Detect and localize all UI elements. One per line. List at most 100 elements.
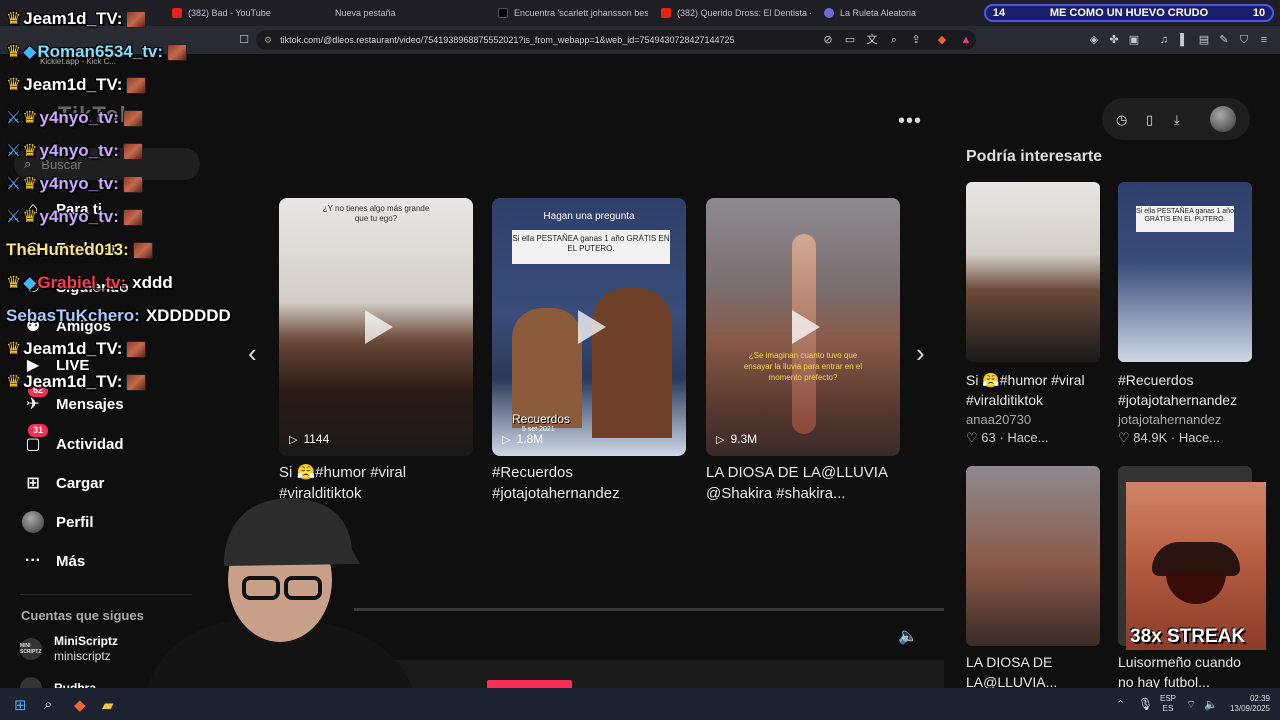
chat-username: TheHunted013: [6, 240, 129, 259]
site-settings-icon[interactable]: ⚙ [264, 35, 272, 46]
language-indicator[interactable]: ESP ES [1160, 694, 1176, 714]
crown-icon: ♛ [6, 339, 22, 358]
video-title-line: @Shakira #shakira... [706, 485, 846, 502]
chevron-up-icon[interactable]: ⌃ [1116, 698, 1125, 711]
profile-icon [20, 511, 46, 533]
bookmark-icon[interactable]: ☐ [238, 34, 250, 46]
sidebar-item-cargar[interactable]: ⊞ Cargar [20, 470, 104, 496]
top-right-actions: ◷ ▯ ⤓ [1102, 98, 1250, 140]
chat-username: Roman6534_tv: [37, 42, 163, 61]
suggested-title: Podría interesarte [966, 148, 1103, 165]
device-icon[interactable]: ▯ [1146, 112, 1153, 128]
likes-count: 63 [981, 430, 996, 445]
suggested-author[interactable]: anaa20730 [966, 412, 1031, 427]
sword-icon: ⚔ [6, 207, 22, 226]
chat-username: Jeam1d_TV: [23, 372, 123, 391]
score-right: 10 [1252, 7, 1266, 19]
suggested-video-title[interactable]: Luisormeño cuando no hay futbol... [1118, 652, 1258, 692]
video-card[interactable]: ¿Y no tienes algo más grande que tu ego?… [279, 198, 473, 456]
suggested-video-title[interactable]: Si 😤#humor #viral #viralditiktok [966, 370, 1106, 410]
play-icon [578, 310, 606, 344]
music-icon[interactable]: ♫ [1158, 34, 1170, 46]
sidebar-item-label: Mensajes [56, 395, 124, 413]
shield-icon[interactable]: ⛉ [1238, 34, 1250, 46]
rewards-icon[interactable]: ▲ [960, 34, 972, 46]
video-card[interactable]: Hagan una pregunta Si ella PESTAÑEA gana… [492, 198, 686, 456]
search-icon[interactable]: ⌕ [44, 696, 52, 713]
video-progress-bar[interactable] [354, 608, 944, 611]
suggested-video-thumb[interactable]: Si ella PESTAÑEA ganas 1 año GRÁTIS EN E… [1118, 182, 1252, 362]
suggested-video-title[interactable]: LA DIOSA DE LA@LLUVIA... [966, 652, 1106, 692]
video-title[interactable]: LA DIOSA DE LA@LLUVIA @Shakira #shakira.… [706, 462, 888, 504]
profile-avatar[interactable] [1210, 106, 1236, 132]
chevron-left-icon[interactable]: ‹ [248, 338, 257, 369]
puzzle-icon[interactable]: ✤ [1108, 34, 1120, 46]
chat-username: SebasTuKchero: [6, 306, 140, 325]
more-options-icon[interactable]: ••• [898, 110, 922, 133]
following-account-miniscriptz[interactable]: MINI SCRIPTZ MiniScriptz miniscriptz [20, 634, 118, 664]
browser-tab-bar: (382) Bad - YouTube Nueva pestaña Encuen… [0, 0, 1280, 26]
suggested-video-title[interactable]: #Recuerdos #jotajotahernandez [1118, 370, 1258, 410]
roulette-icon [824, 8, 834, 18]
emote-icon [126, 76, 147, 94]
video-caption-top: Hagan una pregunta [543, 211, 635, 222]
tab-label: La Ruleta Aleatoria [840, 8, 917, 18]
tab-new[interactable]: Nueva pestaña [335, 4, 485, 22]
sidebar-item-mensajes[interactable]: ✈ 62 Mensajes [20, 384, 124, 417]
suggested-author[interactable]: jotajotahernandez [1118, 412, 1221, 427]
brave-shield-icon[interactable]: ◆ [936, 34, 948, 46]
sidebar-toggle-icon[interactable]: ▌ [1178, 34, 1190, 46]
translate-icon[interactable]: 文 [866, 34, 878, 46]
chat-message: ♛ Jeam1d_TV: [6, 338, 147, 360]
cast-icon[interactable]: ▭ [844, 34, 856, 46]
emote-icon [122, 208, 143, 226]
clock-time: 02:39 [1249, 694, 1270, 703]
video-caption-box: Si ella PESTAÑEA ganas 1 año GRÁTIS EN E… [512, 230, 670, 264]
tab-tiktok-search[interactable]: Encuentra 'scarlett johansson beso c [498, 4, 648, 22]
suggested-video-thumb[interactable] [966, 182, 1100, 362]
chat-username: Jeam1d_TV: [23, 9, 123, 28]
sidebar-item-perfil[interactable]: Perfil [20, 509, 94, 535]
tab-ruleta[interactable]: La Ruleta Aleatoria [824, 4, 974, 22]
vpn-icon[interactable]: ✎ [1218, 34, 1230, 46]
speaker-icon[interactable]: 🔈 [1204, 698, 1218, 711]
chat-message: ⚔ ♛ y4nyo_tv: [6, 140, 143, 162]
wallet-icon[interactable]: ▤ [1198, 34, 1210, 46]
zoom-icon[interactable]: ⌕ [888, 34, 900, 46]
play-count-icon: ▷ [502, 433, 511, 446]
windows-start-icon[interactable]: ⊞ [14, 696, 27, 714]
microphone-icon[interactable]: 🎙 [1138, 697, 1153, 711]
video-card[interactable]: ¿Se imaginan cuanto tuvo que ensayar la … [706, 198, 900, 456]
tab-label: (382) Bad - YouTube [188, 8, 271, 18]
share-icon[interactable]: ⇪ [910, 34, 922, 46]
extension-icon[interactable]: ◈ [1088, 34, 1100, 46]
suggested-video-thumb[interactable] [966, 466, 1100, 646]
volume-icon[interactable]: 🔈 [898, 626, 918, 646]
screenshot-icon[interactable]: ▣ [1128, 34, 1140, 46]
suggested-title-line: #jotajotahernandez [1118, 392, 1238, 408]
sidebar-item-mas[interactable]: ··· Más [20, 548, 85, 574]
post-time: Hace... [1007, 430, 1049, 445]
emote-icon [122, 175, 143, 193]
tab-youtube-dross[interactable]: (382) Querido Dross: El Dentista - Yo [661, 4, 811, 22]
meme-mouth [1166, 574, 1226, 604]
score-title: ME COMO UN HUEVO CRUDO [1049, 7, 1209, 19]
tab-label: Encuentra 'scarlett johansson beso c [514, 8, 648, 18]
post-time: Hace... [1178, 430, 1221, 445]
brave-browser-icon[interactable]: ◆ [74, 696, 86, 714]
clock[interactable]: 02:39 13/09/2025 [1222, 694, 1270, 714]
video-title[interactable]: #Recuerdos #jotajotahernandez [492, 462, 620, 504]
file-explorer-icon[interactable]: ▰ [102, 696, 114, 714]
chevron-right-icon[interactable]: › [916, 338, 925, 369]
coins-icon[interactable]: ◷ [1116, 112, 1127, 128]
tab-label: Nueva pestaña [335, 8, 396, 18]
tab-youtube-bad[interactable]: (382) Bad - YouTube [172, 4, 322, 22]
emote-icon [122, 109, 143, 127]
emote-icon [126, 340, 147, 358]
download-icon[interactable]: ⤓ [1174, 112, 1180, 128]
reader-icon[interactable]: ⊘ [822, 34, 834, 46]
wifi-icon[interactable]: ⌔ [1186, 698, 1196, 712]
menu-icon[interactable]: ≡ [1258, 34, 1270, 46]
sidebar-item-actividad[interactable]: ▢ 31 Actividad [20, 424, 124, 457]
account-name: MiniScriptz [54, 634, 119, 648]
